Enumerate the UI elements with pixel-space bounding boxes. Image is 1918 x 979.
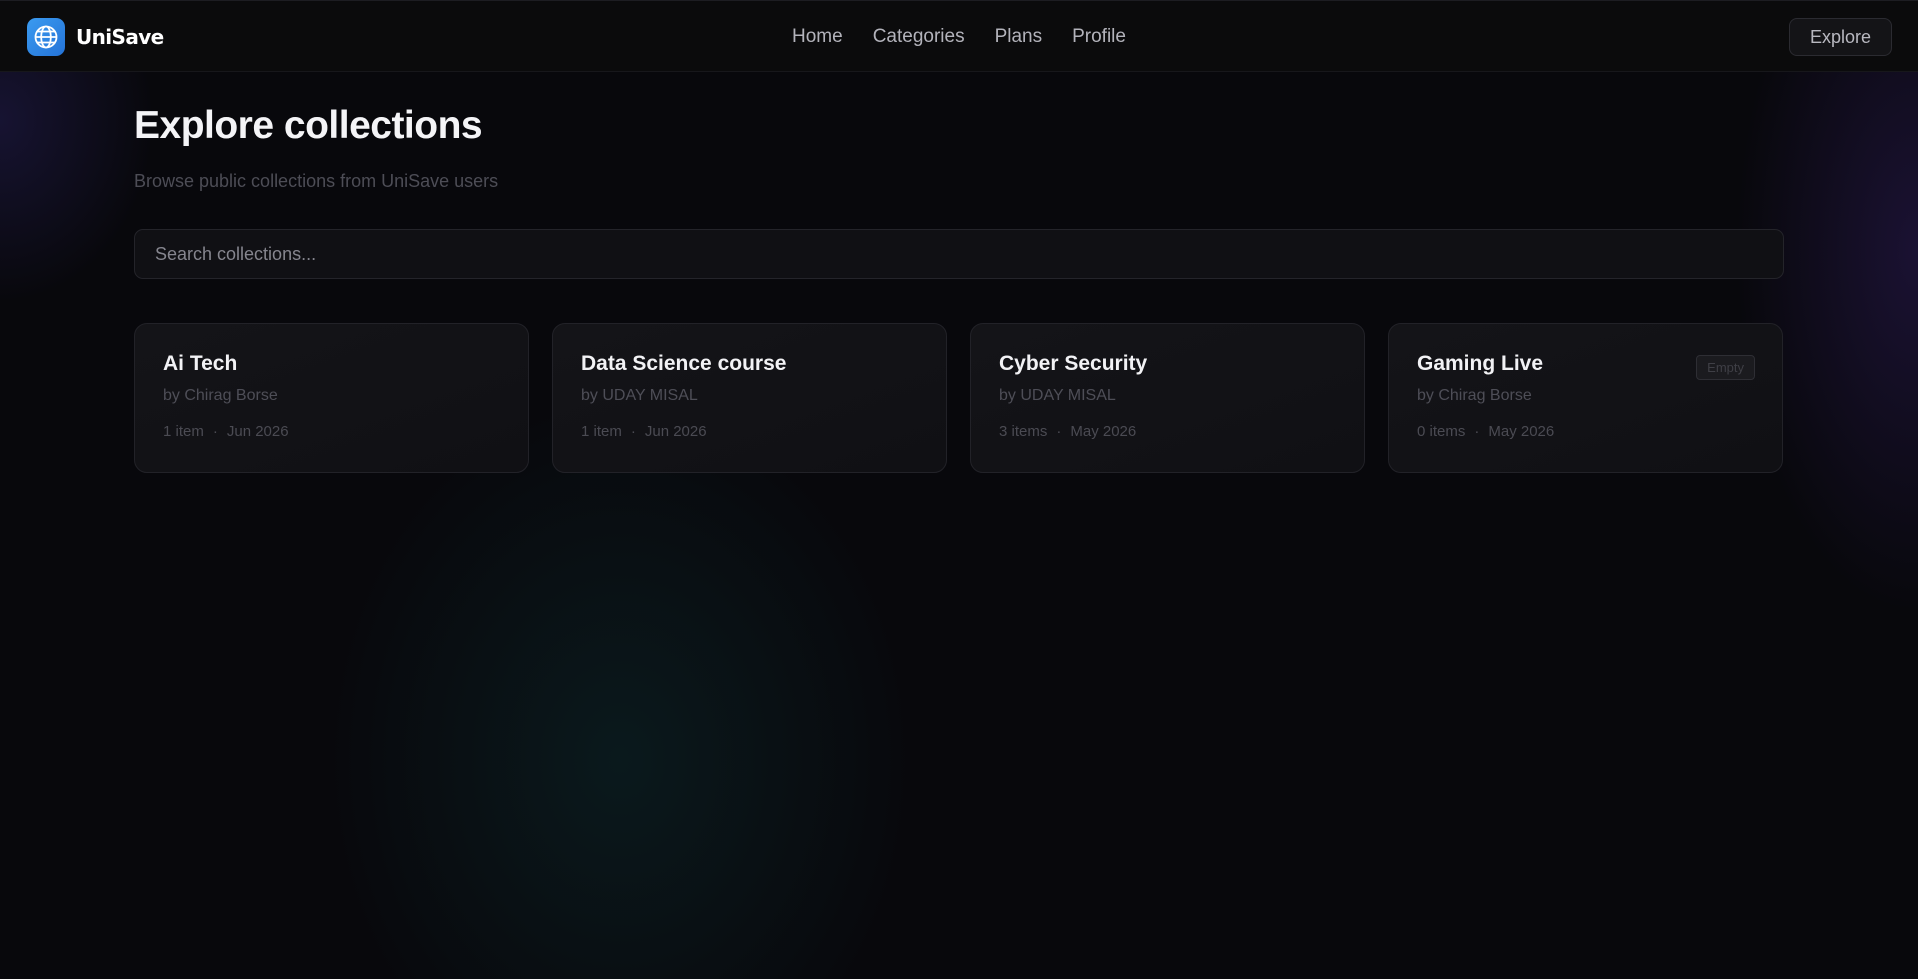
collection-owner: by UDAY MISAL (999, 387, 1116, 404)
collection-meta: 0 items · May 2026 (1417, 423, 1754, 440)
collection-card[interactable]: Ai Tech by Chirag Borse 1 item · Jun 202… (134, 323, 529, 473)
nav-profile-link[interactable]: Profile (1072, 26, 1126, 48)
nav-plans-link[interactable]: Plans (995, 26, 1043, 48)
main-nav: Home Categories Plans Profile (792, 23, 1126, 51)
explore-button[interactable]: Explore (1789, 18, 1892, 56)
brand-name: UniSave (76, 25, 164, 49)
collection-card[interactable]: Data Science course by UDAY MISAL 1 item… (552, 323, 947, 473)
collection-item-count: 0 items (1417, 423, 1466, 440)
meta-separator: · (1474, 423, 1480, 440)
collection-item-count: 1 item (163, 423, 204, 440)
nav-home-link[interactable]: Home (792, 26, 843, 48)
globe-icon (27, 18, 65, 56)
collection-owner: by UDAY MISAL (581, 387, 698, 404)
page-subtitle: Browse public collections from UniSave u… (134, 171, 499, 191)
collection-owner: by Chirag Borse (163, 387, 278, 404)
collection-title: Data Science course (581, 352, 787, 375)
meta-separator: · (1056, 423, 1062, 440)
collections-grid: Ai Tech by Chirag Borse 1 item · Jun 202… (134, 323, 1784, 473)
collection-item-count: 3 items (999, 423, 1048, 440)
collection-date: May 2026 (1070, 423, 1137, 440)
search-input[interactable] (135, 230, 1783, 278)
collection-meta: 1 item · Jun 2026 (581, 423, 918, 440)
brand[interactable]: UniSave (27, 18, 164, 56)
collection-card[interactable]: Gaming Live by Chirag Borse 0 items · Ma… (1388, 323, 1783, 473)
collection-card[interactable]: Cyber Security by UDAY MISAL 3 items · M… (970, 323, 1365, 473)
meta-separator: · (630, 423, 636, 440)
collection-owner: by Chirag Borse (1417, 387, 1532, 404)
page-title: Explore collections (134, 104, 483, 147)
empty-badge: Empty (1696, 355, 1755, 380)
collection-date: May 2026 (1488, 423, 1555, 440)
search-box (134, 229, 1784, 279)
collection-title: Ai Tech (163, 352, 238, 375)
collection-meta: 3 items · May 2026 (999, 423, 1336, 440)
collection-meta: 1 item · Jun 2026 (163, 423, 500, 440)
page: UniSave Home Categories Plans Profile Ex… (0, 0, 1918, 979)
collection-date: Jun 2026 (644, 423, 707, 440)
collection-date: Jun 2026 (226, 423, 289, 440)
meta-separator: · (212, 423, 218, 440)
nav-categories-link[interactable]: Categories (873, 26, 965, 48)
collection-title: Cyber Security (999, 352, 1148, 375)
collection-item-count: 1 item (581, 423, 622, 440)
top-navbar: UniSave Home Categories Plans Profile Ex… (0, 0, 1918, 72)
